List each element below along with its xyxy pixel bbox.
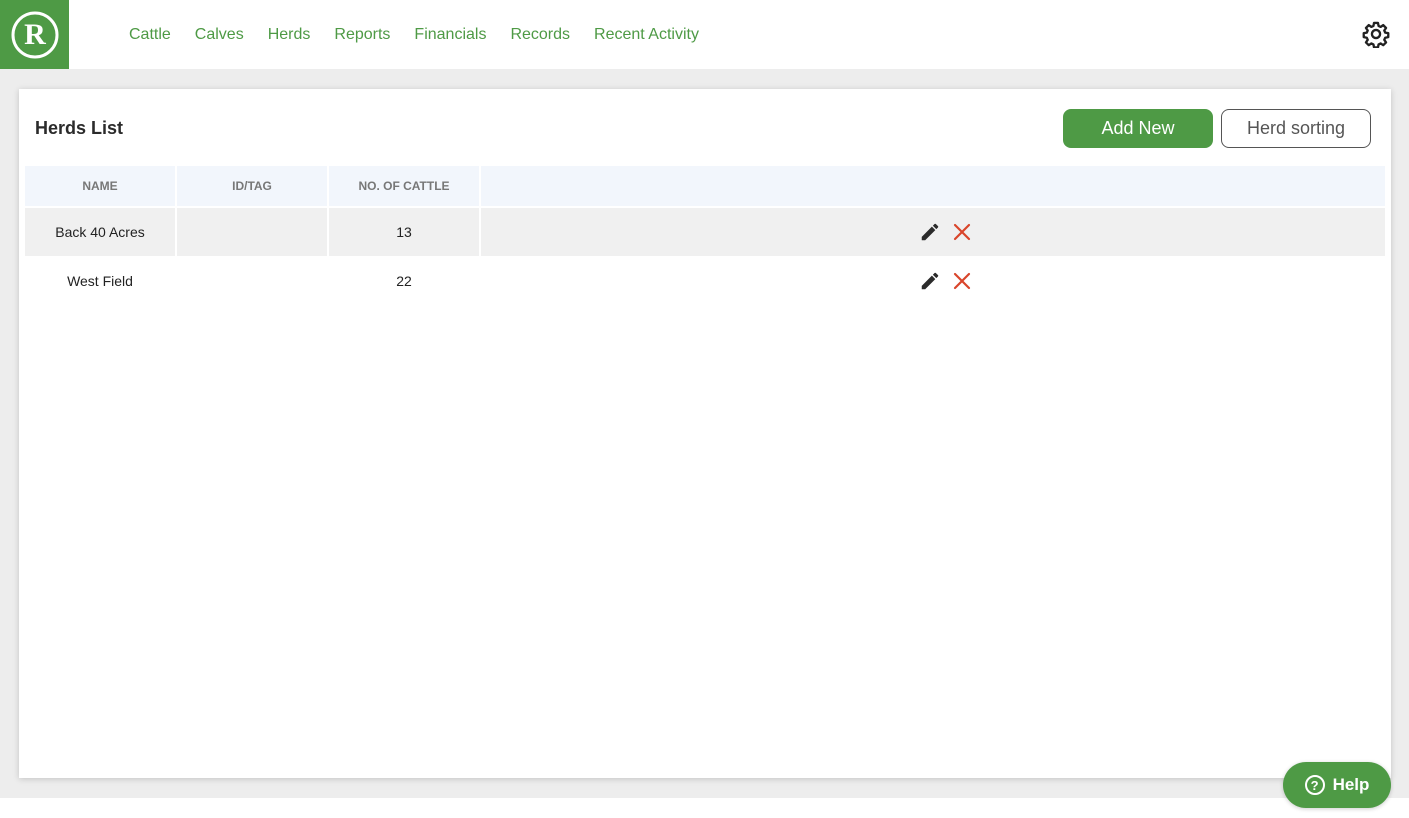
gear-icon <box>1362 21 1390 48</box>
close-icon[interactable] <box>950 269 974 293</box>
herd-actions-cell <box>480 256 1385 305</box>
herd-name-cell: Back 40 Acres <box>25 207 177 256</box>
herd-id-tag-cell <box>176 256 329 305</box>
herd-name-cell: West Field <box>25 256 177 305</box>
herds-list-panel: Herds List Add New Herd sorting NAME ID/… <box>19 89 1391 778</box>
herd-actions-cell <box>480 207 1385 256</box>
add-new-button[interactable]: Add New <box>1063 109 1213 148</box>
table-header-row: NAME ID/TAG NO. OF CATTLE <box>25 166 1385 208</box>
column-header-cattle-count[interactable]: NO. OF CATTLE <box>328 166 481 208</box>
nav-cattle[interactable]: Cattle <box>117 0 183 69</box>
question-circle-icon: ? <box>1304 775 1325 795</box>
top-navigation-bar: R Cattle Calves Herds Reports Financials… <box>0 0 1409 69</box>
table-row[interactable]: Back 40 Acres 13 <box>25 207 1385 256</box>
herds-table: NAME ID/TAG NO. OF CATTLE Back 40 Acres … <box>25 166 1385 305</box>
nav-herds[interactable]: Herds <box>256 0 323 69</box>
herd-cattle-count-cell: 13 <box>328 207 481 256</box>
close-icon[interactable] <box>950 220 974 244</box>
nav-recent-activity[interactable]: Recent Activity <box>582 0 711 69</box>
nav-reports[interactable]: Reports <box>322 0 402 69</box>
nav-calves[interactable]: Calves <box>183 0 256 69</box>
settings-button[interactable] <box>1360 18 1392 50</box>
svg-text:R: R <box>24 18 46 51</box>
nav-records[interactable]: Records <box>498 0 582 69</box>
help-button[interactable]: ? Help <box>1283 762 1391 808</box>
column-header-name[interactable]: NAME <box>25 166 177 208</box>
herd-sorting-button[interactable]: Herd sorting <box>1221 109 1371 148</box>
herd-id-tag-cell <box>176 207 329 256</box>
r-logo-icon: R <box>11 11 58 58</box>
nav-financials[interactable]: Financials <box>402 0 498 69</box>
herd-cattle-count-cell: 22 <box>328 256 481 305</box>
column-header-actions <box>480 166 1385 208</box>
page-footer-strip <box>0 798 1409 818</box>
pencil-icon[interactable] <box>918 220 942 244</box>
help-label: Help <box>1332 775 1370 794</box>
main-nav: Cattle Calves Herds Reports Financials R… <box>117 0 711 69</box>
table-row[interactable]: West Field 22 <box>25 256 1385 305</box>
app-logo[interactable]: R <box>0 0 69 69</box>
pencil-icon[interactable] <box>918 269 942 293</box>
column-header-id-tag[interactable]: ID/TAG <box>176 166 329 208</box>
page-title: Herds List <box>35 118 124 138</box>
